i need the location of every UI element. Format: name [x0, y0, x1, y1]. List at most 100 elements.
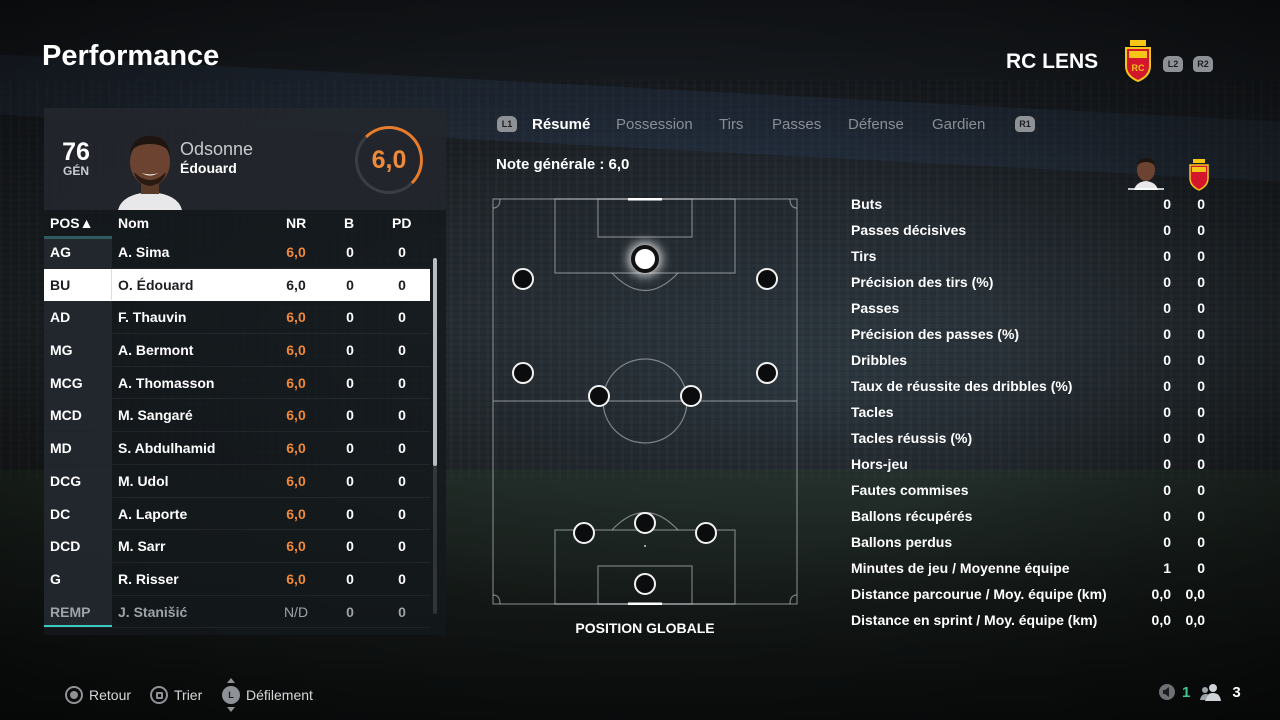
stat-label: Tacles réussis (%) [851, 430, 973, 446]
row-assists: 0 [398, 505, 406, 522]
stat-player-value: 0 [1163, 534, 1171, 550]
stat-player-value: 1 [1163, 560, 1171, 576]
row-position: BU [44, 268, 112, 301]
row-name: O. Édouard [118, 276, 194, 293]
stat-team-value: 0 [1197, 326, 1205, 342]
stat-team-value: 0 [1197, 274, 1205, 290]
stat-player-value: 0 [1163, 352, 1171, 368]
player-marker [634, 573, 656, 595]
player-list-panel: 76 GÉN Odsonne Édouard 6,0 POS▲ Nom NR B… [44, 108, 446, 635]
scrollbar-thumb[interactable] [433, 258, 437, 466]
stats-column-icons [1128, 156, 1209, 195]
row-assists: 0 [398, 309, 406, 326]
sort-label: Trier [174, 687, 203, 703]
stat-row: Hors-jeu 0 0 [851, 454, 1211, 480]
stat-label: Passes [851, 300, 900, 316]
stat-row: Minutes de jeu / Moyenne équipe 1 0 [851, 558, 1211, 584]
stat-row: Distance en sprint / Moy. équipe (km) 0,0… [851, 610, 1211, 636]
left-stick-icon: L [222, 678, 240, 712]
player-marker [588, 385, 610, 407]
stat-row: Précision des passes (%) 0 0 [851, 324, 1211, 350]
player-marker [634, 512, 656, 534]
row-position: REMP [44, 595, 112, 628]
row-position: MG [44, 334, 112, 366]
table-row[interactable]: MG A. Bermont 6,0 0 0 [44, 334, 430, 367]
scroll-action[interactable]: L Défilement [222, 678, 313, 712]
stat-label: Tirs [851, 248, 877, 264]
svg-text:RC: RC [1132, 63, 1145, 73]
page-title: Performance [42, 40, 220, 72]
stat-row: Tirs 0 0 [851, 246, 1211, 272]
row-position: DC [44, 497, 112, 530]
scrollbar[interactable] [433, 258, 437, 614]
row-position: MCG [44, 366, 112, 399]
table-row[interactable]: DCD M. Sarr 6,0 0 0 [44, 530, 430, 563]
stat-player-value: 0 [1163, 456, 1171, 472]
table-row[interactable]: MD S. Abdulhamid 6,0 0 0 [44, 432, 430, 465]
row-rating: 6,0 [286, 374, 306, 391]
col-pos-header[interactable]: POS▲ [50, 215, 93, 231]
back-action[interactable]: Retour [65, 686, 131, 704]
rc-lens-crest-icon: RC [1125, 40, 1151, 82]
tab-possession[interactable]: Possession [616, 116, 693, 133]
stat-team-value: 0 [1197, 560, 1205, 576]
table-row[interactable]: G R. Risser 6,0 0 0 [44, 562, 430, 596]
r1-button-icon[interactable]: R1 [1015, 116, 1035, 132]
stat-label: Dribbles [851, 352, 908, 368]
col-name-header[interactable]: Nom [118, 215, 149, 231]
player-marker [512, 362, 534, 384]
col-nr-header[interactable]: NR [286, 215, 306, 231]
row-rating: 6,0 [286, 309, 306, 326]
stat-player-value: 0,0 [1151, 586, 1171, 602]
table-row[interactable]: DC A. Laporte 6,0 0 0 [44, 497, 430, 531]
stat-team-value: 0 [1197, 508, 1205, 524]
tab-defense[interactable]: Défense [848, 116, 904, 133]
stat-row: Précision des tirs (%) 0 0 [851, 272, 1211, 298]
tab-resume[interactable]: Résumé [532, 116, 590, 133]
player-marker [756, 268, 778, 290]
row-name: A. Sima [118, 244, 170, 260]
stat-team-value: 0 [1197, 404, 1205, 420]
stat-player-value: 0 [1163, 404, 1171, 420]
players-icon [1200, 684, 1222, 701]
row-rating: 6,0 [286, 407, 306, 424]
team-mini-crest-icon [1189, 159, 1209, 191]
row-position: G [44, 562, 112, 595]
row-goals: 0 [346, 244, 354, 260]
r2-button-icon[interactable]: R2 [1193, 56, 1213, 72]
col-b-header[interactable]: B [344, 215, 354, 231]
player-marker [695, 522, 717, 544]
table-row[interactable]: DCG M. Udol 6,0 0 0 [44, 464, 430, 498]
stat-label: Tacles [851, 404, 894, 420]
stat-label: Passes décisives [851, 222, 967, 238]
row-goals: 0 [346, 472, 354, 489]
table-row[interactable]: BU O. Édouard 6,0 0 0 [44, 268, 430, 302]
tab-passes[interactable]: Passes [772, 116, 821, 133]
table-row[interactable]: REMP J. Stanišić N/D 0 0 [44, 595, 430, 629]
stat-team-value: 0 [1197, 196, 1205, 212]
table-row[interactable]: AG A. Sima 6,0 0 0 [44, 236, 430, 269]
player-header: 76 GÉN Odsonne Édouard 6,0 [44, 108, 446, 210]
col-pd-header[interactable]: PD [392, 215, 411, 231]
square-button-icon [150, 686, 168, 704]
row-assists: 0 [398, 440, 406, 457]
stat-label: Distance en sprint / Moy. équipe (km) [851, 612, 1098, 628]
row-assists: 0 [398, 244, 406, 260]
stat-label: Ballons perdus [851, 534, 953, 550]
table-row[interactable]: MCG A. Thomasson 6,0 0 0 [44, 366, 430, 400]
selected-player-marker [631, 245, 659, 273]
table-row[interactable]: MCD M. Sangaré 6,0 0 0 [44, 399, 430, 433]
stat-team-value: 0 [1197, 248, 1205, 264]
player-mini-portrait [1128, 158, 1164, 190]
tab-tirs[interactable]: Tirs [719, 116, 743, 133]
table-row[interactable]: AD F. Thauvin 6,0 0 0 [44, 301, 430, 335]
player-table-body: AG A. Sima 6,0 0 0 BU O. Édouard 6,0 0 0 AD F. Thau… [44, 236, 430, 629]
row-assists: 0 [398, 407, 406, 424]
sort-action[interactable]: Trier [150, 686, 202, 704]
tab-gardien[interactable]: Gardien [932, 116, 985, 133]
row-name: M. Sarr [118, 538, 166, 555]
stat-team-value: 0 [1197, 430, 1205, 446]
l1-button-icon[interactable]: L1 [497, 116, 517, 132]
l2-button-icon[interactable]: L2 [1163, 56, 1183, 72]
circle-button-icon [65, 686, 83, 704]
